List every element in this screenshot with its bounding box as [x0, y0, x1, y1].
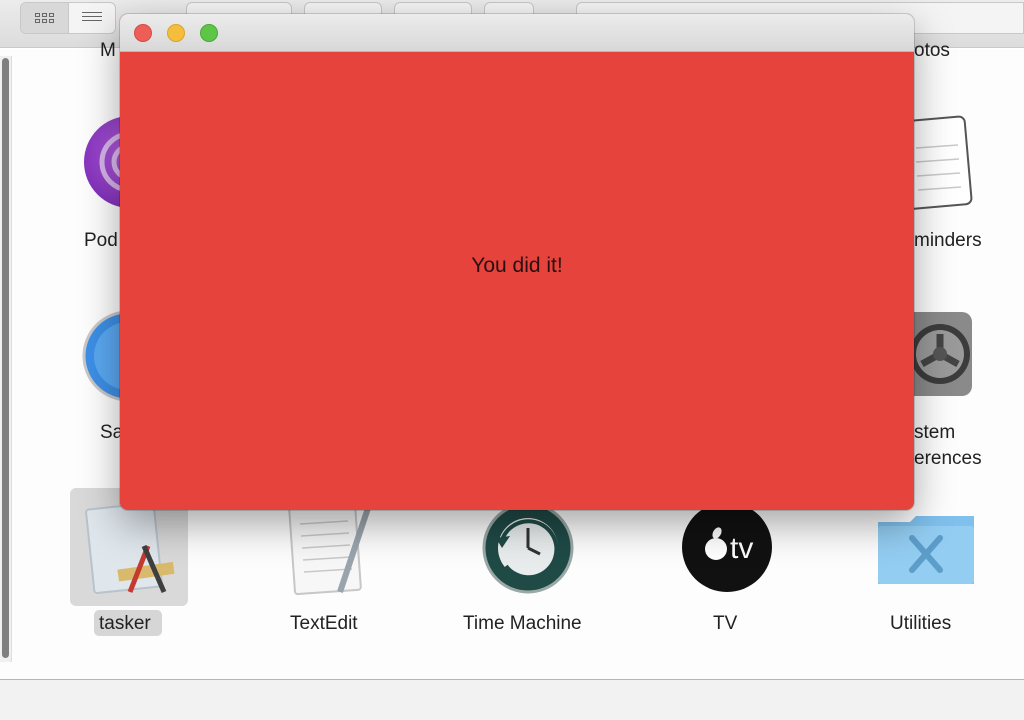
icon-view-button[interactable] — [21, 3, 69, 33]
partial-label-right: otos — [914, 40, 950, 61]
red-window: You did it! — [120, 14, 914, 510]
tasker-icon[interactable] — [84, 500, 176, 596]
tv-logo-text: tv — [730, 532, 753, 565]
podcasts-label[interactable]: Pod — [84, 230, 118, 252]
footer-area — [0, 680, 1024, 720]
textedit-label[interactable]: TextEdit — [290, 613, 358, 635]
safari-icon[interactable] — [82, 310, 122, 402]
reminders-icon[interactable] — [914, 110, 976, 210]
list-icon — [81, 12, 102, 24]
tv-icon[interactable]: tv — [680, 500, 774, 594]
system-preferences-icon[interactable] — [914, 310, 974, 398]
window-content: You did it! — [120, 52, 914, 510]
close-button[interactable] — [134, 24, 152, 42]
scroll-thumb[interactable] — [2, 58, 9, 658]
time-machine-label[interactable]: Time Machine — [463, 613, 582, 635]
tasker-label[interactable]: tasker — [99, 613, 151, 635]
utilities-label[interactable]: Utilities — [890, 613, 951, 635]
partial-label-left: M — [100, 40, 116, 61]
grid-icon — [34, 13, 54, 23]
view-switcher[interactable] — [20, 2, 116, 34]
minimize-button[interactable] — [167, 24, 185, 42]
time-machine-icon[interactable] — [482, 500, 574, 594]
scrollbar[interactable] — [0, 56, 12, 662]
utilities-folder-icon[interactable] — [876, 514, 976, 586]
system-preferences-label-line2[interactable]: erences — [914, 448, 982, 470]
list-view-button[interactable] — [69, 3, 116, 33]
textedit-icon[interactable] — [286, 500, 372, 596]
system-preferences-label-line1[interactable]: stem — [914, 422, 955, 444]
tv-label[interactable]: TV — [713, 613, 737, 635]
success-message: You did it! — [471, 254, 563, 277]
zoom-button[interactable] — [200, 24, 218, 42]
reminders-label[interactable]: minders — [914, 230, 982, 252]
window-titlebar[interactable] — [120, 14, 914, 52]
